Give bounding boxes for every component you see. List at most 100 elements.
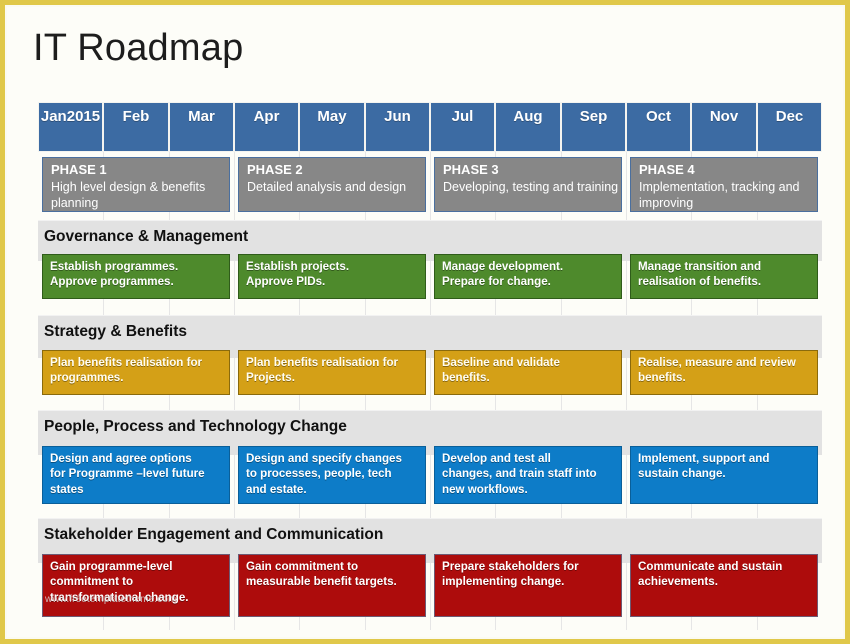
- month-label: Feb: [122, 108, 150, 125]
- swimlane-2: Strategy & Benefits Plan benefits realisa…: [38, 315, 822, 409]
- swimlane-1: Governance & Management Establish program…: [38, 220, 822, 313]
- task-line: Establish projects.: [246, 260, 350, 273]
- timeline-header: Jan 2015 Feb Mar Apr May Jun Jul Aug Sep Oct Nov Dec: [38, 102, 822, 152]
- month-header-oct[interactable]: Oct: [626, 102, 691, 152]
- task-line: Communicate and sustain: [638, 560, 783, 573]
- month-header-jan[interactable]: Jan 2015: [38, 102, 103, 152]
- task-box[interactable]: Establish projects. Approve PIDs.: [238, 254, 426, 299]
- phase-bar-4[interactable]: PHASE 4 Implementation, tracking and impr…: [630, 157, 818, 212]
- task-line: sustain change.: [638, 467, 726, 481]
- slide-canvas: IT Roadmap Jan 2015 Feb Mar Apr May Jun Jul Aug S…: [0, 0, 850, 644]
- month-label: Mar: [188, 108, 215, 125]
- phase-name: PHASE 3: [443, 162, 499, 177]
- month-label: Jul: [451, 108, 474, 125]
- phase-name: PHASE 4: [639, 162, 695, 177]
- month-header-apr[interactable]: Apr: [234, 102, 299, 152]
- month-label: Nov: [709, 108, 739, 125]
- phase-bar-2[interactable]: PHASE 2 Detailed analysis and design: [238, 157, 426, 212]
- month-header-mar[interactable]: Mar: [169, 102, 234, 152]
- task-line: to processes, people, tech: [246, 467, 392, 481]
- task-line: Manage development.: [442, 260, 564, 273]
- phase-description: High level design & benefits planning: [51, 179, 206, 210]
- swimlane-4: Stakeholder Engagement and Communication…: [38, 518, 822, 631]
- phase-row: PHASE 1 High level design & benefits plan…: [38, 157, 822, 212]
- task-box[interactable]: Plan benefits realisation for Projects.: [238, 350, 426, 395]
- task-line: changes, and train staff into: [442, 467, 597, 481]
- task-line: programmes.: [50, 371, 124, 385]
- task-box[interactable]: Establish programmes. Approve programmes.: [42, 254, 230, 299]
- month-label: Oct: [645, 108, 671, 125]
- task-line: benefits.: [442, 371, 490, 385]
- task-box[interactable]: Communicate and sustain achievements.: [630, 554, 818, 617]
- task-line: commitment to: [50, 575, 134, 589]
- page-title: IT Roadmap: [33, 27, 244, 69]
- month-header-nov[interactable]: Nov: [691, 102, 757, 152]
- phase-bar-1[interactable]: PHASE 1 High level design & benefits plan…: [42, 157, 230, 212]
- task-box[interactable]: Prepare stakeholders for implementing cha…: [434, 554, 622, 617]
- month-label: Sep: [579, 108, 608, 125]
- task-line: Plan benefits realisation for: [50, 356, 203, 369]
- task-box[interactable]: Develop and test all changes, and train s…: [434, 446, 622, 504]
- task-line: Approve programmes.: [50, 275, 174, 289]
- task-line: Implement, support and: [638, 452, 770, 465]
- phase-name: PHASE 1: [51, 162, 107, 177]
- swimlane-title: Strategy & Benefits: [44, 323, 187, 340]
- task-box[interactable]: Design and specify changes to processes, …: [238, 446, 426, 504]
- task-line: Prepare stakeholders for: [442, 560, 579, 573]
- month-header-feb[interactable]: Feb: [103, 102, 169, 152]
- task-line: Establish programmes.: [50, 260, 179, 273]
- task-line: realisation of benefits.: [638, 275, 762, 289]
- phase-description: Detailed analysis and design: [247, 179, 407, 194]
- swimlane-title: Stakeholder Engagement and Communication: [44, 526, 384, 543]
- swimlane-title: Governance & Management: [44, 228, 249, 245]
- task-line: Design and specify changes: [246, 452, 402, 465]
- task-line: Gain commitment to: [246, 560, 359, 573]
- month-label: Dec: [775, 108, 804, 125]
- task-box[interactable]: Gain commitment to measurable benefit tar…: [238, 554, 426, 617]
- month-header-sep[interactable]: Sep: [561, 102, 626, 152]
- task-box[interactable]: Plan benefits realisation for programmes.: [42, 350, 230, 395]
- task-box[interactable]: Gain programme-level commitment to transfo…: [42, 554, 230, 617]
- phase-description: Developing, testing and training: [443, 179, 619, 194]
- task-box[interactable]: Realise, measure and review benefits.: [630, 350, 818, 395]
- task-box[interactable]: Implement, support and sustain change.: [630, 446, 818, 504]
- task-line: Approve PIDs.: [246, 275, 326, 289]
- roadmap-chart: Jan 2015 Feb Mar Apr May Jun Jul Aug Sep Oct Nov Dec…: [38, 102, 822, 630]
- task-box[interactable]: Manage development. Prepare for change.: [434, 254, 622, 299]
- month-header-jun[interactable]: Jun: [365, 102, 430, 152]
- task-line: Gain programme-level: [50, 560, 173, 573]
- task-line: Manage transition and: [638, 260, 762, 273]
- month-header-may[interactable]: May: [299, 102, 365, 152]
- task-box[interactable]: Design and agree options for Programme –l…: [42, 446, 230, 504]
- month-year: 2015: [66, 108, 101, 125]
- month-label: Jun: [384, 108, 411, 125]
- task-line: Plan benefits realisation for: [246, 356, 399, 369]
- month-label: May: [317, 108, 347, 125]
- task-line: Develop and test all: [442, 452, 551, 465]
- task-line: for Programme –level future: [50, 467, 205, 481]
- month-label: Jan: [40, 108, 67, 125]
- task-box[interactable]: Manage transition and realisation of bene…: [630, 254, 818, 299]
- task-box[interactable]: Baseline and validate benefits.: [434, 350, 622, 395]
- month-header-jul[interactable]: Jul: [430, 102, 495, 152]
- task-line: transformational change.: [50, 590, 189, 604]
- task-line: achievements.: [638, 575, 718, 589]
- month-label: Aug: [513, 108, 543, 125]
- task-line: measurable benefit targets.: [246, 575, 397, 589]
- task-line: Realise, measure and review: [638, 356, 796, 369]
- task-line: states: [50, 482, 84, 496]
- month-header-aug[interactable]: Aug: [495, 102, 561, 152]
- task-line: benefits.: [638, 371, 686, 385]
- task-line: and estate.: [246, 482, 307, 496]
- phase-bar-3[interactable]: PHASE 3 Developing, testing and training: [434, 157, 622, 212]
- month-header-dec[interactable]: Dec: [757, 102, 822, 152]
- task-line: implementing change.: [442, 575, 565, 589]
- phase-name: PHASE 2: [247, 162, 303, 177]
- task-line: Prepare for change.: [442, 275, 551, 289]
- task-line: Design and agree options: [50, 452, 192, 465]
- task-line: Baseline and validate: [442, 356, 560, 369]
- task-line: Projects.: [246, 371, 295, 385]
- month-label: Apr: [253, 108, 280, 125]
- task-line: new workflows.: [442, 482, 528, 496]
- swimlane-3: People, Process and Technology Change Des…: [38, 410, 822, 518]
